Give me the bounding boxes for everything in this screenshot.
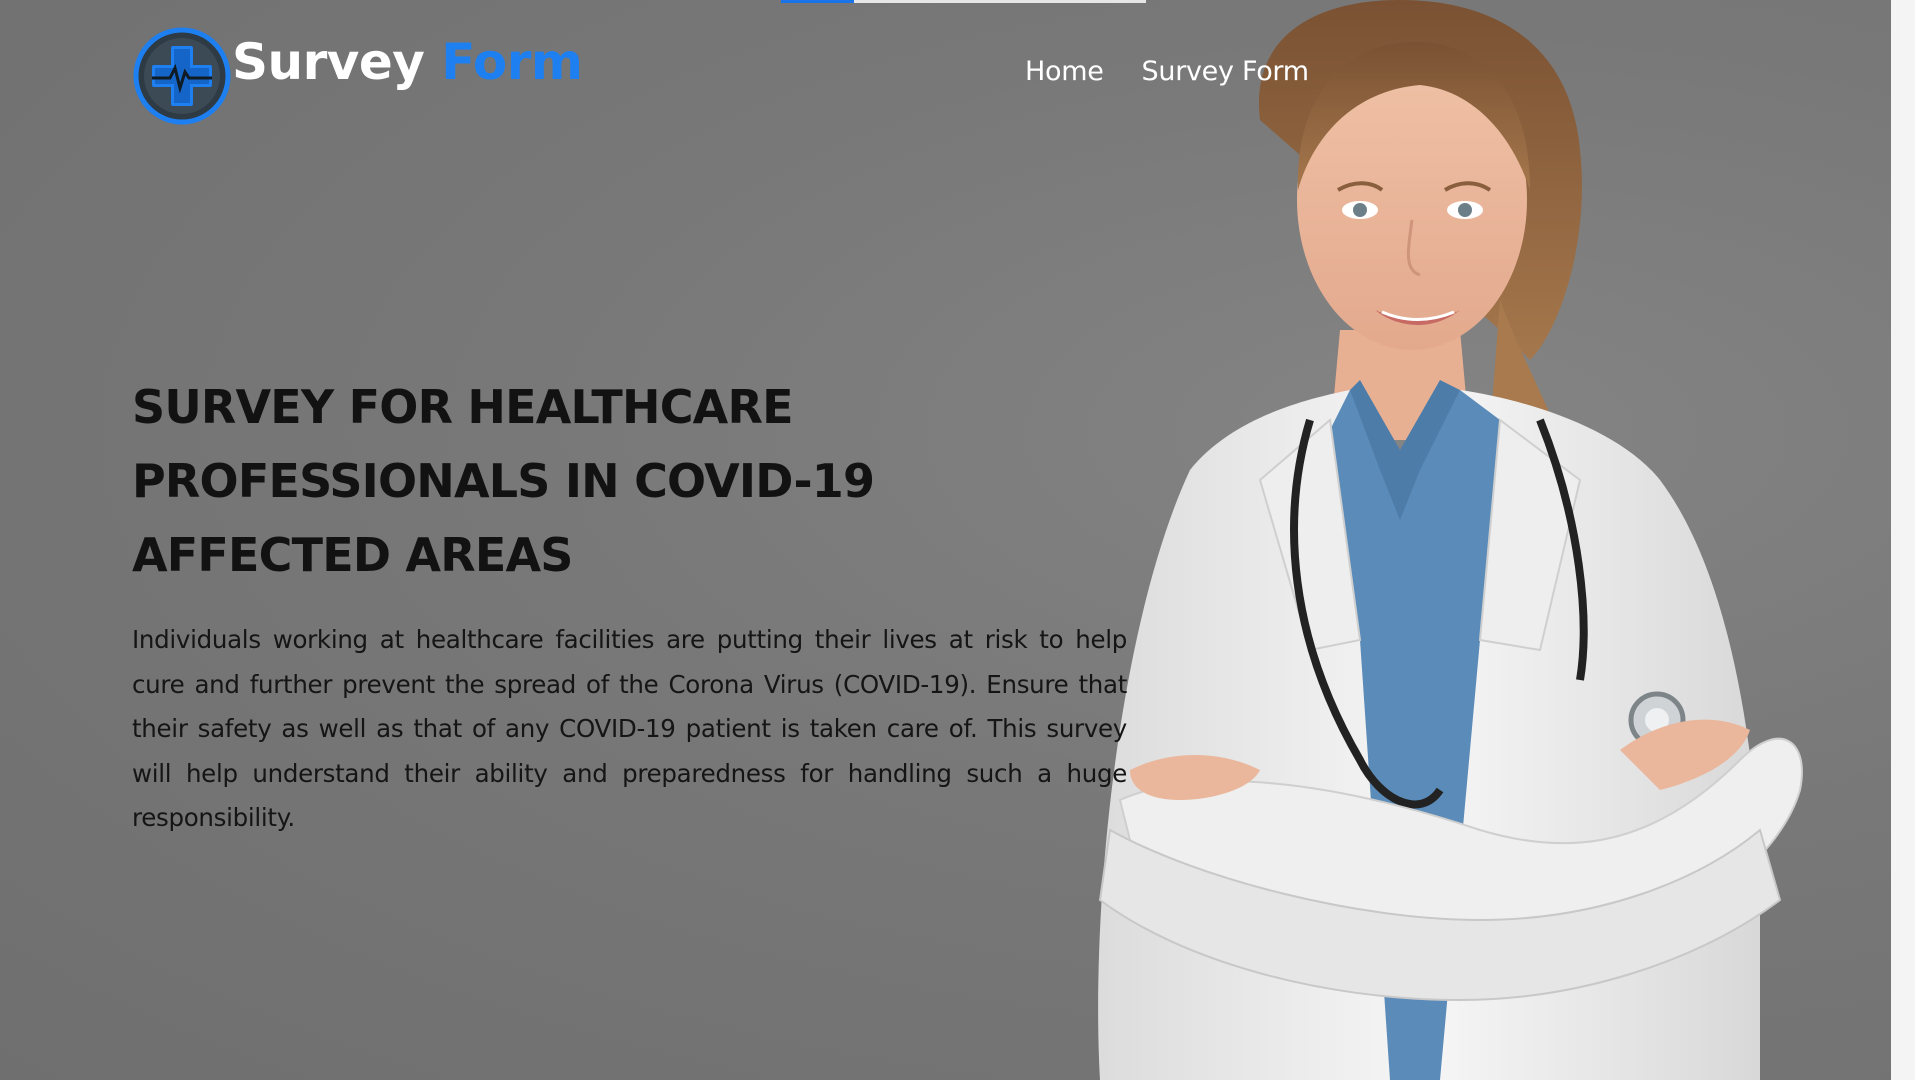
brand-name: Survey Form bbox=[232, 37, 583, 87]
site-logo[interactable]: Survey Form bbox=[132, 26, 583, 126]
scroll-progress-fill bbox=[781, 0, 854, 3]
hero-description: Individuals working at healthcare facili… bbox=[132, 625, 1127, 832]
main-nav: Home Survey Form bbox=[1025, 56, 1309, 87]
brand-name-part2: Form bbox=[441, 33, 583, 91]
hero-title: SURVEY FOR HEALTHCARE PROFESSIONALS IN C… bbox=[132, 380, 875, 582]
hero-section: SURVEY FOR HEALTHCARE PROFESSIONALS IN C… bbox=[132, 370, 1127, 841]
medical-cross-heartbeat-icon bbox=[133, 27, 231, 125]
doctor-image bbox=[1098, 0, 1803, 1080]
brand-name-part1: Survey bbox=[232, 33, 425, 91]
nav-link-home[interactable]: Home bbox=[1025, 56, 1104, 87]
nav-link-survey-form[interactable]: Survey Form bbox=[1142, 56, 1310, 87]
